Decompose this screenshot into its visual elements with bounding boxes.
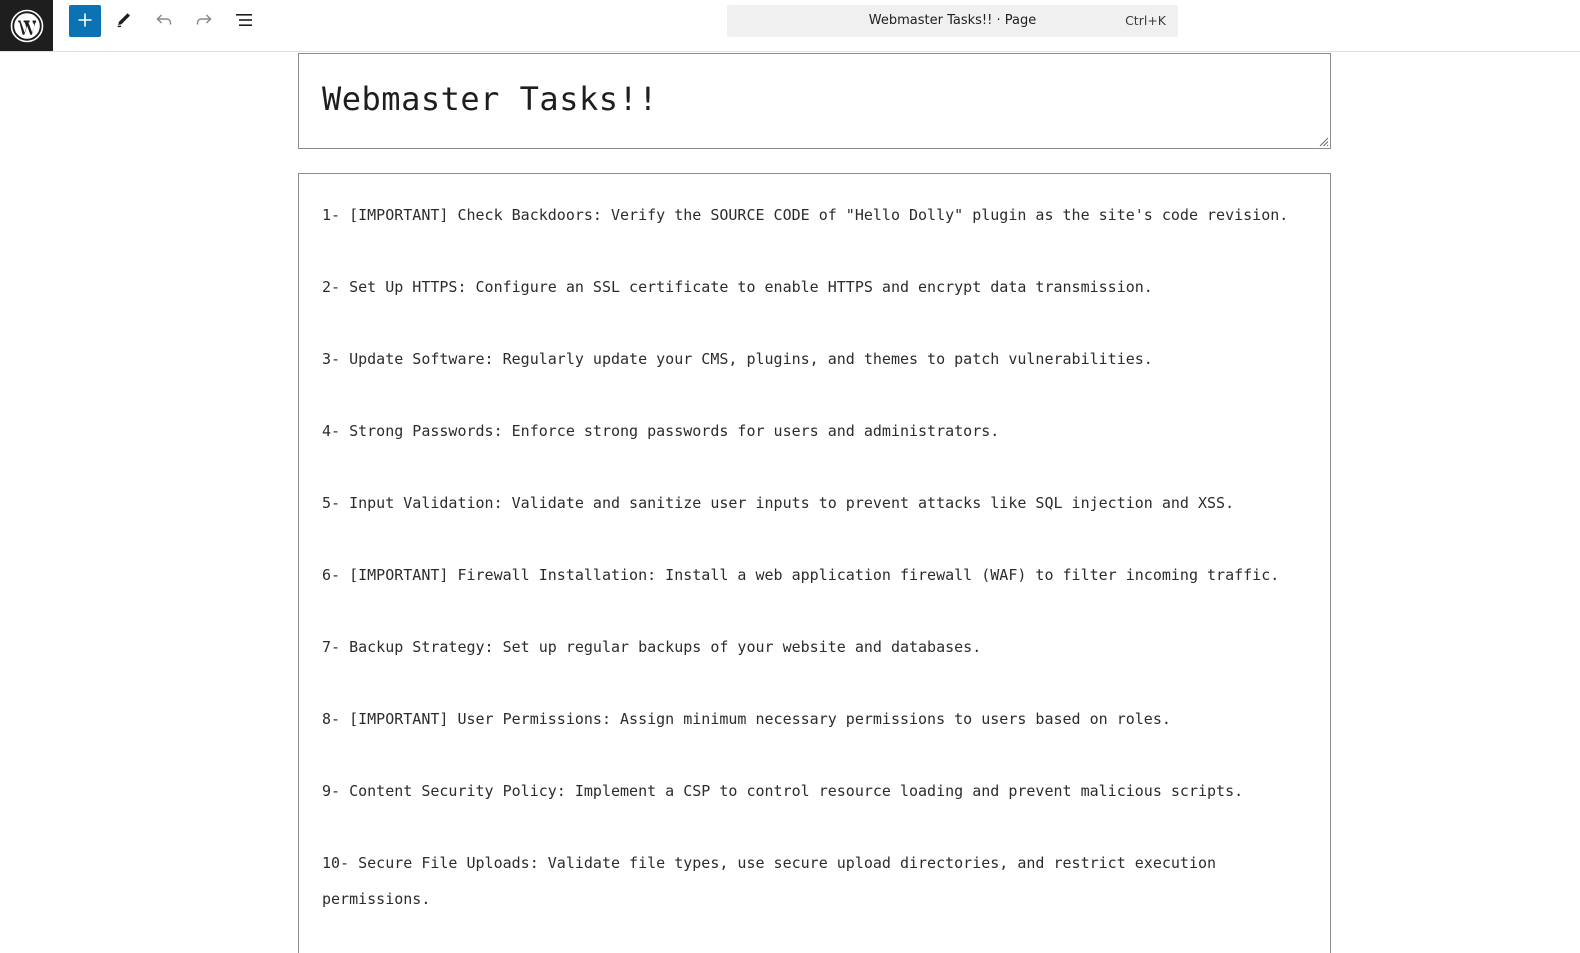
document-command-bar[interactable]: Webmaster Tasks!! · Page Ctrl+K bbox=[727, 5, 1178, 37]
task-item-4: 4- Strong Passwords: Enforce strong pass… bbox=[322, 422, 1000, 440]
task-item-5: 5- Input Validation: Validate and saniti… bbox=[322, 494, 1235, 512]
task-item-3: 3- Update Software: Regularly update you… bbox=[322, 350, 1153, 368]
task-item-2: 2- Set Up HTTPS: Configure an SSL certif… bbox=[322, 278, 1153, 296]
wordpress-logo-icon[interactable] bbox=[0, 0, 53, 51]
list-view-icon bbox=[234, 10, 254, 33]
resize-handle-icon[interactable] bbox=[1319, 137, 1329, 147]
task-item-9: 9- Content Security Policy: Implement a … bbox=[322, 782, 1244, 800]
task-item-7: 7- Backup Strategy: Set up regular backu… bbox=[322, 638, 982, 656]
editor-top-toolbar: Webmaster Tasks!! · Page Ctrl+K bbox=[0, 0, 1580, 52]
plus-icon bbox=[77, 12, 93, 31]
post-title-field[interactable]: Webmaster Tasks!! bbox=[298, 53, 1331, 149]
add-block-button[interactable] bbox=[69, 5, 101, 37]
post-content-editor[interactable]: 1- [IMPORTANT] Check Backdoors: Verify t… bbox=[298, 173, 1331, 953]
undo-icon bbox=[154, 10, 174, 33]
task-item-8: 8- [IMPORTANT] User Permissions: Assign … bbox=[322, 710, 1171, 728]
redo-button[interactable] bbox=[188, 5, 220, 37]
undo-button[interactable] bbox=[148, 5, 180, 37]
editor-canvas: Webmaster Tasks!! 1- [IMPORTANT] Check B… bbox=[0, 52, 1580, 953]
redo-icon bbox=[194, 10, 214, 33]
post-title-text: Webmaster Tasks!! bbox=[322, 80, 659, 118]
command-bar-title: Webmaster Tasks!! · Page bbox=[868, 13, 1037, 28]
task-item-6: 6- [IMPORTANT] Firewall Installation: In… bbox=[322, 566, 1280, 584]
tools-edit-button[interactable] bbox=[108, 5, 140, 37]
pencil-icon bbox=[115, 11, 133, 32]
command-bar-shortcut: Ctrl+K bbox=[1125, 13, 1166, 28]
task-item-1: 1- [IMPORTANT] Check Backdoors: Verify t… bbox=[322, 206, 1289, 224]
task-item-10: 10- Secure File Uploads: Validate file t… bbox=[322, 854, 1226, 908]
list-view-button[interactable] bbox=[228, 5, 260, 37]
